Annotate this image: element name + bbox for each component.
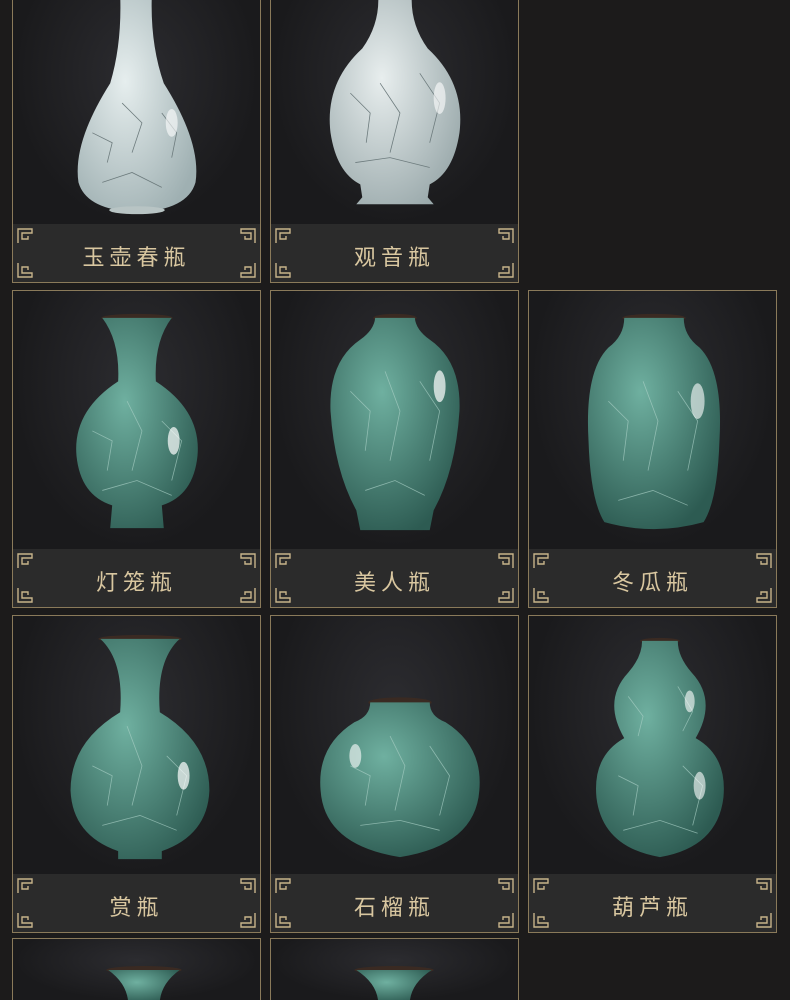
vase-icon	[330, 313, 460, 531]
label-bar: 灯笼瓶	[13, 549, 260, 607]
product-name: 石榴瓶	[353, 896, 435, 921]
product-name: 赏瓶	[109, 896, 164, 921]
vase-photo	[13, 291, 260, 551]
product-name: 冬瓜瓶	[611, 571, 693, 596]
vase-icon	[320, 697, 480, 858]
product-name: 玉壶春瓶	[82, 246, 191, 271]
vase-icon	[76, 313, 198, 529]
product-card-partial-1[interactable]	[12, 938, 261, 1000]
label-bar: 美人瓶	[271, 549, 518, 607]
product-card-meiren[interactable]: 美人瓶	[270, 290, 519, 608]
product-card-yuhuchun[interactable]: 玉壶春瓶	[12, 0, 261, 283]
vase-photo	[529, 291, 776, 551]
vase-icon	[596, 637, 724, 858]
label-bar: 观音瓶	[271, 224, 518, 282]
product-card-partial-2[interactable]	[270, 938, 519, 1000]
vase-photo	[13, 0, 260, 226]
product-card-denglong[interactable]: 灯笼瓶	[12, 290, 261, 608]
product-name: 灯笼瓶	[95, 571, 177, 596]
product-name: 葫芦瓶	[611, 896, 693, 921]
label-bar: 葫芦瓶	[529, 874, 776, 932]
product-name: 美人瓶	[353, 571, 435, 596]
product-card-guanyin[interactable]: 观音瓶	[270, 0, 519, 283]
vase-icon	[106, 966, 182, 1000]
vase-icon	[354, 966, 434, 1000]
vase-icon	[70, 634, 210, 860]
label-bar: 赏瓶	[13, 874, 260, 932]
product-card-hulu[interactable]: 葫芦瓶	[528, 615, 777, 933]
label-bar: 玉壶春瓶	[13, 224, 260, 282]
product-card-shang[interactable]: 赏瓶	[12, 615, 261, 933]
vase-icon	[77, 0, 197, 215]
vase-photo	[271, 0, 518, 226]
vase-photo	[271, 291, 518, 551]
vase-photo	[529, 616, 776, 876]
vase-photo	[271, 616, 518, 876]
product-card-donggua[interactable]: 冬瓜瓶	[528, 290, 777, 608]
label-bar: 冬瓜瓶	[529, 549, 776, 607]
label-bar: 石榴瓶	[271, 874, 518, 932]
product-card-shiliu[interactable]: 石榴瓶	[270, 615, 519, 933]
product-name: 观音瓶	[353, 246, 435, 271]
vase-icon	[587, 313, 721, 530]
vase-photo	[271, 939, 518, 1000]
vase-icon	[329, 0, 461, 205]
vase-photo	[13, 939, 260, 1000]
vase-photo	[13, 616, 260, 876]
